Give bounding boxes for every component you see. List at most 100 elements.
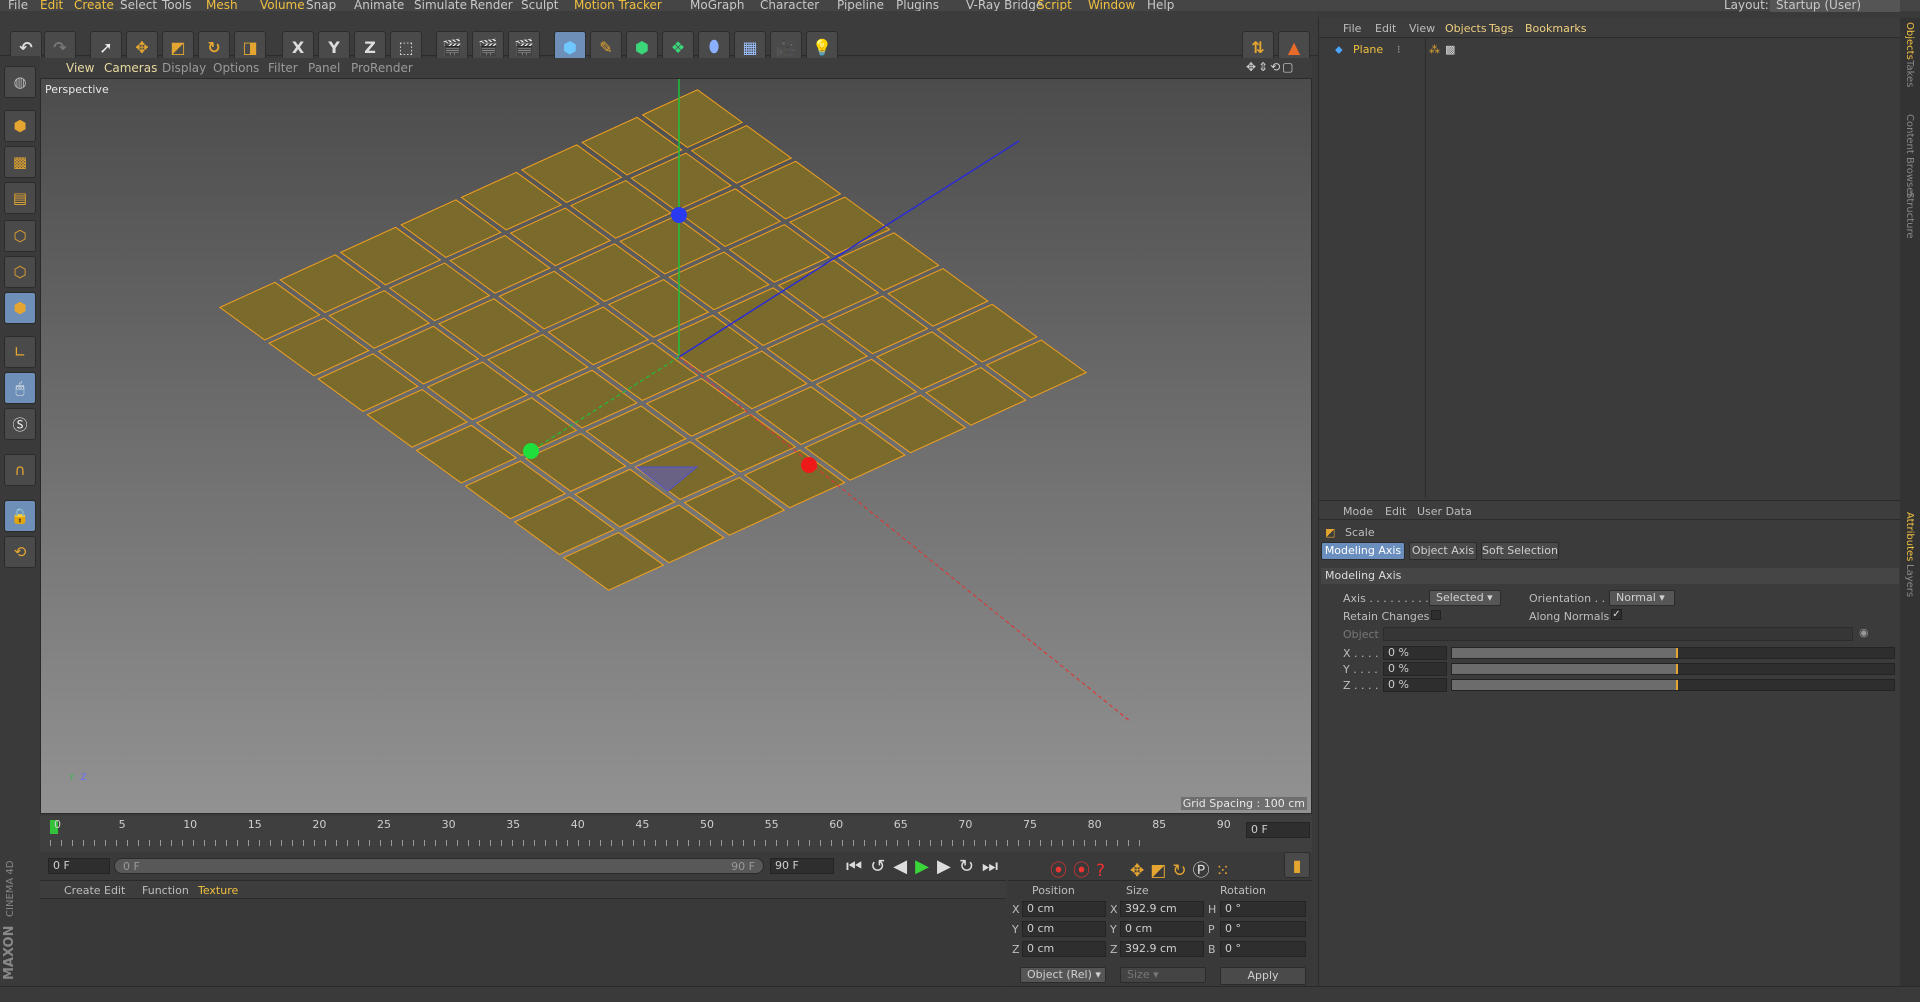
viewport-perspective[interactable]: Perspective Grid Spacing : 100 cm YZ (40, 78, 1312, 814)
scale-slider-track[interactable] (1451, 679, 1895, 691)
attributes-menu-user-data[interactable]: User Data (1417, 505, 1472, 518)
texture-mode-button[interactable]: ▩ (4, 146, 36, 178)
next-frame-icon[interactable]: ▶ (937, 856, 959, 877)
attributes-menu-edit[interactable]: Edit (1385, 505, 1406, 518)
object-link-field[interactable] (1383, 627, 1853, 641)
prev-key-icon[interactable]: ↺ (870, 856, 893, 877)
tab-modeling-axis[interactable]: Modeling Axis (1321, 542, 1405, 560)
end-frame-field[interactable]: 90 F (770, 858, 834, 874)
viewport-menu-panel[interactable]: Panel (308, 61, 340, 75)
gizmo-x-handle[interactable] (801, 457, 817, 473)
workplane-mode-button[interactable]: ▤ (4, 182, 36, 214)
auto-key-icon[interactable]: ⦿ (1073, 861, 1096, 881)
go-to-start-icon[interactable]: ⏮ (846, 856, 870, 877)
object-name-plane[interactable]: Plane (1353, 43, 1383, 56)
key-pla-icon[interactable]: ⁙ (1216, 861, 1236, 881)
orientation-dropdown[interactable]: Normal ▾ (1609, 590, 1675, 606)
side-tab-attributes[interactable]: Attributes (1904, 512, 1915, 561)
phong-tag-icon[interactable]: ⁂ (1429, 43, 1440, 56)
position-z-field[interactable]: 0 cm (1022, 941, 1106, 957)
timeline-ruler[interactable]: 0 F 0 5 10 15 20 25 30 35 40 45 50 55 60 65 70 75 80 85 90 (40, 816, 1312, 852)
edges-mode-button[interactable]: ⬡ (4, 256, 36, 288)
apply-button[interactable]: Apply (1220, 967, 1306, 985)
gizmo-y-handle[interactable] (523, 443, 539, 459)
key-help-icon[interactable]: ? (1096, 861, 1111, 881)
rotation-p-field[interactable]: 0 ° (1220, 921, 1306, 937)
side-tab-content-browser[interactable]: Content Browser (1904, 114, 1915, 197)
material-menu-texture[interactable]: Texture (198, 884, 238, 897)
objects-menu-view[interactable]: View (1409, 22, 1435, 35)
retain-changes-checkbox[interactable] (1431, 610, 1441, 620)
side-tab-objects[interactable]: Objects (1904, 22, 1915, 60)
texture-tag-icon[interactable]: ▩ (1445, 43, 1455, 56)
preview-range-slider[interactable]: 0 F 90 F (114, 858, 764, 874)
scale-value-field[interactable]: 0 % (1383, 662, 1447, 676)
tab-object-axis[interactable]: Object Axis (1409, 542, 1477, 560)
solo-button[interactable]: Ⓢ (4, 408, 36, 440)
gizmo-z-handle[interactable] (671, 207, 687, 223)
key-position-icon[interactable]: ✥ (1130, 861, 1150, 881)
tweak-mode-button[interactable]: 🖱 (4, 372, 36, 404)
rotation-b-field[interactable]: 0 ° (1220, 941, 1306, 957)
points-mode-button[interactable]: ⬡ (4, 220, 36, 252)
polygons-mode-button[interactable]: ⬢ (4, 292, 36, 324)
play-icon[interactable]: ▶ (915, 856, 937, 877)
scale-slider-handle[interactable] (1676, 648, 1678, 658)
next-key-icon[interactable]: ↻ (959, 856, 982, 877)
go-to-end-icon[interactable]: ⏭ (982, 856, 1006, 877)
scale-slider-handle[interactable] (1676, 664, 1678, 674)
prev-frame-icon[interactable]: ◀ (893, 856, 915, 877)
side-tab-takes[interactable]: Takes (1904, 60, 1915, 87)
record-key-icon[interactable]: ⦿ (1050, 861, 1073, 881)
key-scale-icon[interactable]: ◩ (1150, 861, 1172, 881)
axis-dropdown[interactable]: Selected ▾ (1429, 590, 1501, 606)
size-x-field[interactable]: 392.9 cm (1120, 901, 1204, 917)
tab-soft-selection[interactable]: Soft Selection (1481, 542, 1559, 560)
objects-menu-file[interactable]: File (1343, 22, 1361, 35)
viewport-menu-options[interactable]: Options (213, 61, 259, 75)
objects-menu-bookmarks[interactable]: Bookmarks (1525, 22, 1586, 35)
position-y-field[interactable]: 0 cm (1022, 921, 1106, 937)
object-row-plane[interactable]: ⬥ Plane ⁝ ⁂ ▩ (1327, 42, 1887, 58)
scale-value-field[interactable]: 0 % (1383, 678, 1447, 692)
model-mode-button[interactable]: ⬢ (4, 110, 36, 142)
viewport-menu-prorender[interactable]: ProRender (351, 61, 413, 75)
scale-slider-track[interactable] (1451, 647, 1895, 659)
scale-slider-track[interactable] (1451, 663, 1895, 675)
size-mode-dropdown[interactable]: Size ▾ (1120, 967, 1206, 983)
timeline-window-button[interactable]: ▮ (1284, 852, 1310, 878)
viewport-menu-view[interactable]: View (66, 61, 94, 75)
material-menu-function[interactable]: Function (142, 884, 189, 897)
viewport-menu-cameras[interactable]: Cameras (104, 61, 157, 75)
viewport-menu-display[interactable]: Display (162, 61, 206, 75)
material-menu-edit[interactable]: Edit (104, 884, 125, 897)
planar-workplane-button[interactable]: ⟲ (4, 536, 36, 568)
viewport-navigation-icons[interactable]: ✥⇕⟲▢ (1246, 60, 1296, 74)
coordinate-mode-dropdown[interactable]: Object (Rel) ▾ (1020, 967, 1106, 983)
layout-dropdown[interactable]: Startup (User) (1770, 0, 1900, 12)
current-frame-field[interactable]: 0 F (1246, 822, 1310, 838)
attributes-menu-mode[interactable]: Mode (1343, 505, 1373, 518)
along-normals-checkbox[interactable]: ✓ (1611, 609, 1622, 620)
size-z-field[interactable]: 392.9 cm (1120, 941, 1204, 957)
objects-menu-objects[interactable]: Objects (1445, 22, 1487, 35)
key-parameter-icon[interactable]: Ⓟ (1193, 861, 1216, 881)
snap-enable-button[interactable]: ∩ (4, 454, 36, 486)
objects-menu-tags[interactable]: Tags (1489, 22, 1513, 35)
side-tab-layers[interactable]: Layers (1904, 564, 1915, 597)
viewport-menu-filter[interactable]: Filter (268, 61, 298, 75)
start-frame-field[interactable]: 0 F (48, 858, 110, 874)
make-editable-button[interactable]: ◍ (4, 66, 36, 98)
key-rotation-icon[interactable]: ↻ (1172, 861, 1192, 881)
visibility-dots-icon[interactable]: ⁝ (1397, 43, 1401, 56)
rotation-h-field[interactable]: 0 ° (1220, 901, 1306, 917)
objects-menu-edit[interactable]: Edit (1375, 22, 1396, 35)
side-tab-structure[interactable]: Structure (1904, 192, 1915, 239)
material-menu-create[interactable]: Create (64, 884, 101, 897)
object-link-picker-icon[interactable]: ◉ (1859, 626, 1869, 639)
size-y-field[interactable]: 0 cm (1120, 921, 1204, 937)
axis-mode-button[interactable]: ∟ (4, 336, 36, 368)
position-x-field[interactable]: 0 cm (1022, 901, 1106, 917)
scale-slider-handle[interactable] (1676, 680, 1678, 690)
locked-workplane-button[interactable]: 🔒 (4, 500, 36, 532)
